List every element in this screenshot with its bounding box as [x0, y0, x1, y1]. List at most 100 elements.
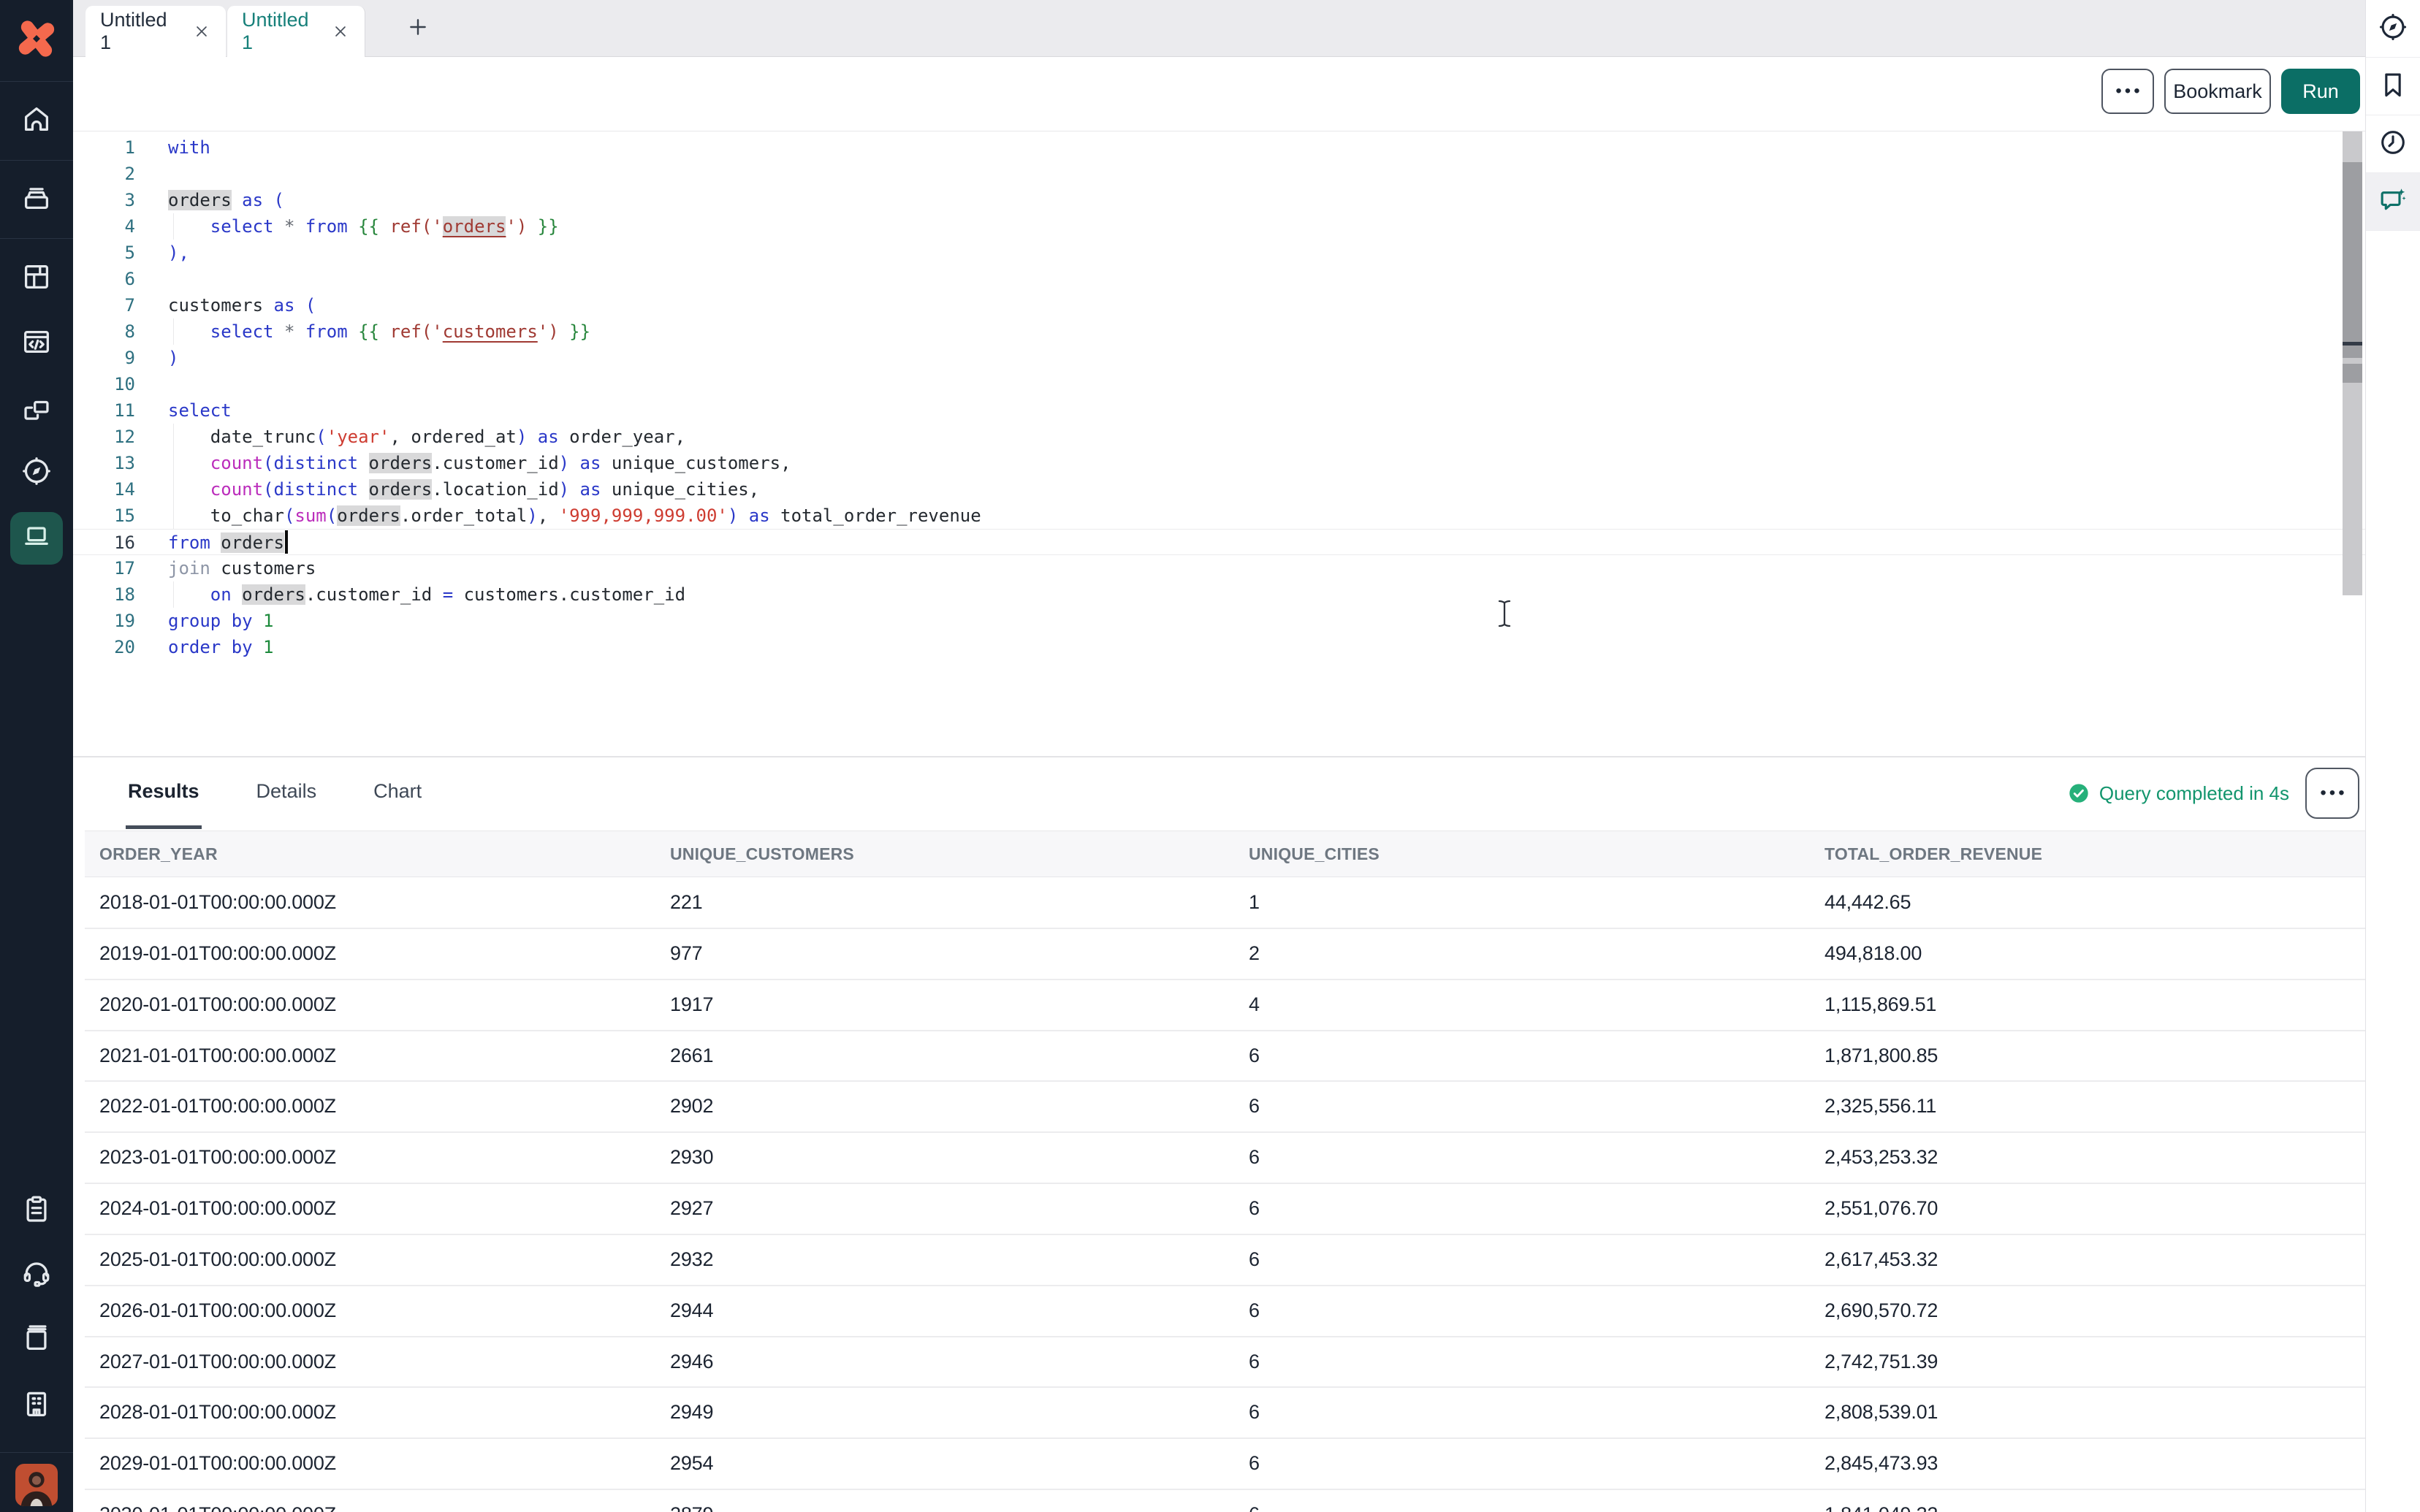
sidebar-item-explore-right[interactable]	[2366, 0, 2420, 58]
code-token	[232, 190, 242, 210]
code-line-9[interactable]: 9)	[73, 345, 2365, 371]
column-header-order_year[interactable]: ORDER_YEAR	[99, 831, 218, 877]
code-line-6[interactable]: 6	[73, 266, 2365, 292]
sidebar-item-org[interactable]	[0, 1383, 73, 1427]
scrollbar-thumb[interactable]	[2343, 162, 2362, 343]
code-token: )	[527, 505, 537, 526]
code-token: 1	[263, 637, 273, 657]
scrollbar-track[interactable]	[2343, 131, 2362, 595]
tab-chart[interactable]: Chart	[371, 757, 424, 829]
code-line-19[interactable]: 19group by 1	[73, 608, 2365, 634]
hex-logo[interactable]	[12, 15, 61, 63]
sidebar-item-collections[interactable]	[0, 256, 73, 300]
run-button[interactable]: Run	[2281, 69, 2360, 114]
tab-untitled-2[interactable]: Untitled 1	[227, 6, 365, 57]
code-line-12[interactable]: 12 date_trunc('year', ordered_at) as ord…	[73, 424, 2365, 450]
code-token	[348, 216, 358, 237]
sidebar-item-code[interactable]	[0, 321, 73, 365]
code-token: as	[749, 505, 770, 526]
code-line-1[interactable]: 1with	[73, 134, 2365, 161]
table-cell: 2026-01-01T00:00:00.000Z	[99, 1286, 336, 1335]
column-header-unique_customers[interactable]: UNIQUE_CUSTOMERS	[670, 831, 854, 877]
code-token: as	[274, 295, 295, 316]
sidebar-item-workspace-active[interactable]	[10, 512, 63, 565]
table-cell: 2019-01-01T00:00:00.000Z	[99, 929, 336, 978]
close-icon[interactable]	[192, 22, 211, 41]
sidebar-divider	[0, 81, 73, 82]
line-number: 6	[73, 266, 135, 292]
sidebar-divider	[0, 238, 73, 239]
code-line-16[interactable]: 16from orders	[73, 529, 2365, 555]
code-line-5[interactable]: 5),	[73, 240, 2365, 266]
code-token	[358, 479, 368, 500]
code-line-4[interactable]: 4 select * from {{ ref('orders') }}	[73, 213, 2365, 240]
query-success-icon	[2067, 782, 2090, 805]
results-more-button[interactable]: •••	[2305, 768, 2359, 819]
code-line-18[interactable]: 18 on orders.customer_id = customers.cus…	[73, 581, 2365, 608]
line-number: 8	[73, 318, 135, 345]
code-token: orders	[369, 453, 433, 473]
sidebar-item-clipboard[interactable]	[0, 1189, 73, 1233]
code-line-17[interactable]: 17join customers	[73, 555, 2365, 581]
code-line-14[interactable]: 14 count(distinct orders.location_id) as…	[73, 476, 2365, 503]
tab-chart-label: Chart	[373, 780, 422, 803]
table-cell: 2,551,076.70	[1824, 1184, 1938, 1233]
grid-layout-icon	[20, 260, 53, 297]
book-icon	[20, 1321, 53, 1358]
table-cell: 6	[1249, 1490, 1260, 1512]
sidebar-item-bookmarks[interactable]	[2366, 58, 2420, 115]
more-options-button[interactable]: •••	[2101, 69, 2154, 114]
code-token	[253, 637, 263, 657]
sidebar-item-projects[interactable]	[0, 177, 73, 221]
code-token: order_year,	[569, 427, 685, 447]
code-line-15[interactable]: 15 to_char(sum(orders.order_total), '999…	[73, 503, 2365, 529]
tab-untitled-1[interactable]: Untitled 1	[85, 6, 226, 57]
code-line-13[interactable]: 13 count(distinct orders.customer_id) as…	[73, 450, 2365, 476]
sidebar-item-apps[interactable]	[0, 390, 73, 434]
code-line-20[interactable]: 20order by 1	[73, 634, 2365, 660]
code-token: count	[210, 479, 263, 500]
code-line-11[interactable]: 11select	[73, 397, 2365, 424]
code-token: orders	[337, 505, 400, 526]
new-tab-button[interactable]	[403, 14, 433, 43]
sidebar-item-home[interactable]	[0, 99, 73, 142]
code-line-2[interactable]: 2	[73, 161, 2365, 187]
query-status-text: Query completed in 4s	[2099, 782, 2289, 805]
sidebar-item-ai-assistant[interactable]	[2366, 173, 2420, 231]
home-icon	[20, 102, 53, 140]
tab-results[interactable]: Results	[126, 757, 202, 829]
column-header-total_order_revenue[interactable]: TOTAL_ORDER_REVENUE	[1824, 831, 2042, 877]
table-cell: 1,871,800.85	[1824, 1031, 1938, 1080]
sidebar-item-explore[interactable]	[0, 451, 73, 495]
compass-icon	[2377, 11, 2409, 47]
sidebar-item-history[interactable]	[2366, 115, 2420, 173]
app-windows-icon	[20, 394, 53, 431]
close-icon[interactable]	[331, 22, 350, 41]
sidebar-item-support[interactable]	[0, 1253, 73, 1297]
code-line-8[interactable]: 8 select * from {{ ref('customers') }}	[73, 318, 2365, 345]
code-line-7[interactable]: 7customers as (	[73, 292, 2365, 318]
table-cell: 1,115,869.51	[1824, 980, 1936, 1029]
code-token	[348, 321, 358, 342]
user-avatar[interactable]	[15, 1464, 58, 1506]
code-token	[738, 505, 748, 526]
sidebar-item-docs[interactable]	[0, 1317, 73, 1361]
table-cell: 2932	[670, 1235, 713, 1284]
code-token: {{	[358, 321, 389, 342]
column-header-unique_cities[interactable]: UNIQUE_CITIES	[1249, 831, 1380, 877]
sql-editor[interactable]: 1with23orders as (4 select * from {{ ref…	[73, 131, 2365, 759]
code-token: orders	[168, 190, 232, 210]
code-token: date_trunc	[210, 427, 316, 447]
code-line-3[interactable]: 3orders as (	[73, 187, 2365, 213]
code-token: *	[284, 321, 294, 342]
table-cell: 2944	[670, 1286, 713, 1335]
scrollbar-thumb[interactable]	[2343, 345, 2362, 358]
line-number: 9	[73, 345, 135, 371]
bookmark-button[interactable]: Bookmark	[2164, 69, 2271, 114]
history-clock-icon	[2377, 126, 2409, 162]
tab-label: Untitled 1	[242, 9, 318, 54]
tab-details[interactable]: Details	[254, 757, 319, 829]
left-sidebar	[0, 0, 73, 1512]
code-line-10[interactable]: 10	[73, 371, 2365, 397]
code-text: select * from {{ ref('orders') }}	[168, 213, 559, 240]
